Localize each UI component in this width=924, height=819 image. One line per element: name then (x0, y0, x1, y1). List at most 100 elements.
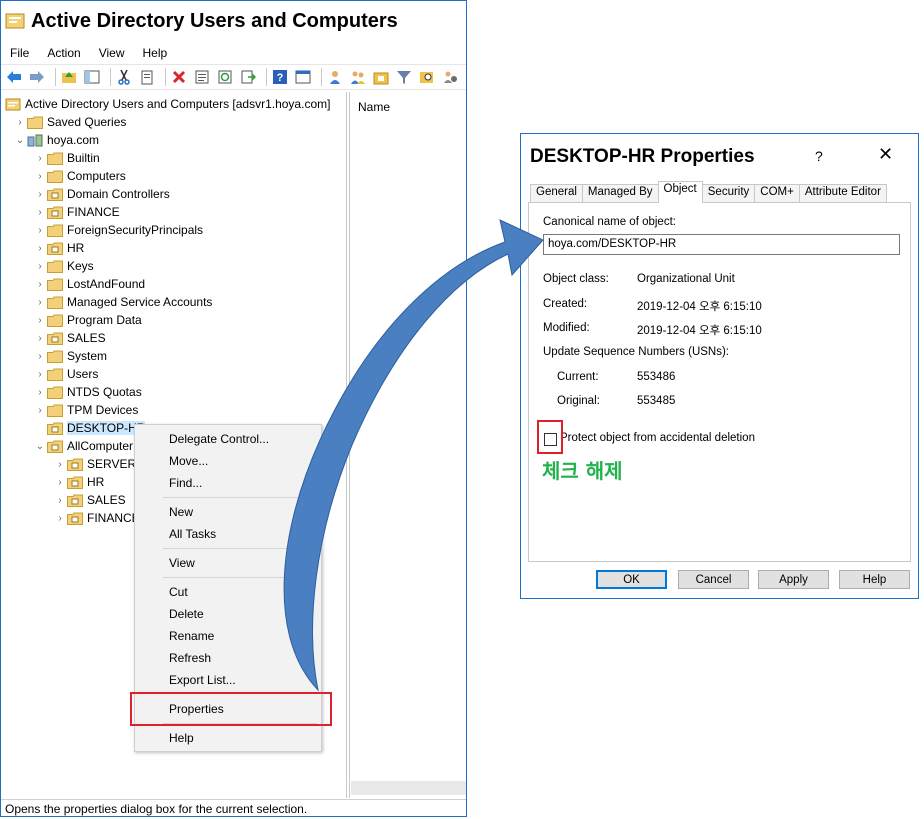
expand-chevron-icon[interactable]: › (33, 207, 47, 218)
menu-item-move[interactable]: Move... (169, 454, 208, 468)
tree-item[interactable]: › LostAndFound (33, 275, 145, 293)
tree-item[interactable]: › Program Data (33, 311, 141, 329)
ou-icon (47, 188, 63, 201)
tree-item[interactable]: › HR (33, 239, 84, 257)
uncheck-note: 체크 해제 (542, 459, 623, 483)
copy-icon[interactable] (138, 68, 156, 86)
expand-chevron-icon[interactable]: › (33, 369, 47, 380)
back-icon[interactable] (5, 68, 23, 86)
tree-item[interactable]: › NTDS Quotas (33, 383, 141, 401)
menu-item-refresh[interactable]: Refresh (169, 651, 211, 665)
menu-view[interactable]: View (90, 46, 134, 60)
export-icon[interactable] (239, 68, 257, 86)
expand-chevron-icon[interactable]: › (53, 495, 67, 506)
ok-button[interactable]: OK (596, 570, 667, 589)
collapse-chevron-icon[interactable]: ⌄ (13, 135, 27, 146)
tree-item[interactable]: › Computers (33, 167, 125, 185)
expand-chevron-icon[interactable]: › (33, 279, 47, 290)
expand-chevron-icon[interactable]: › (33, 189, 47, 200)
expand-chevron-icon[interactable]: › (33, 387, 47, 398)
expand-chevron-icon[interactable]: › (33, 171, 47, 182)
tab-security[interactable]: Security (701, 184, 756, 203)
tree-item[interactable]: › FINANCE (53, 509, 139, 527)
tree-item[interactable]: › Saved Queries (13, 113, 126, 131)
apply-button[interactable]: Apply (758, 570, 829, 589)
cut-icon[interactable] (115, 68, 133, 86)
help-button[interactable]: Help (839, 570, 910, 589)
refresh-icon[interactable] (216, 68, 234, 86)
menu-item-export-list[interactable]: Export List... (169, 673, 236, 687)
horizontal-scrollbar[interactable] (351, 781, 466, 795)
filter-icon[interactable] (395, 68, 413, 86)
new-group-icon[interactable] (349, 68, 367, 86)
tab-managed-by[interactable]: Managed By (581, 184, 659, 203)
tree-item[interactable]: › SERVER (53, 455, 136, 473)
tab-com-plus[interactable]: COM+ (754, 184, 800, 203)
expand-chevron-icon[interactable]: › (33, 315, 47, 326)
menu-help[interactable]: Help (134, 46, 177, 60)
expand-chevron-icon[interactable]: › (33, 243, 47, 254)
tab-attribute-editor[interactable]: Attribute Editor (798, 184, 887, 203)
expand-chevron-icon[interactable]: › (53, 477, 67, 488)
tree-item[interactable]: Active Directory Users and Computers [ad… (5, 95, 330, 113)
submenu-arrow-icon: › (307, 527, 311, 541)
menu-item-cut[interactable]: Cut (169, 585, 188, 599)
column-header-name[interactable]: Name (358, 100, 390, 114)
help-icon[interactable]: ? (271, 68, 289, 86)
tree-item[interactable]: › Managed Service Accounts (33, 293, 212, 311)
expand-chevron-icon[interactable]: › (33, 225, 47, 236)
new-user-icon[interactable] (326, 68, 344, 86)
expand-chevron-icon[interactable]: › (33, 297, 47, 308)
tab-object[interactable]: Object (657, 181, 703, 203)
menu-item-delegate-control[interactable]: Delegate Control... (169, 432, 269, 446)
up-icon[interactable] (60, 68, 78, 86)
protect-from-deletion-label[interactable]: Protect object from accidental deletion (560, 432, 755, 444)
tree-item[interactable]: › Keys (33, 257, 93, 275)
tree-item[interactable]: › Builtin (33, 149, 99, 167)
tree-item[interactable]: › Domain Controllers (33, 185, 169, 203)
expand-chevron-icon[interactable]: › (33, 153, 47, 164)
menu-action[interactable]: Action (38, 46, 89, 60)
tree-item[interactable]: ⌄ hoya.com (13, 131, 99, 149)
close-icon[interactable]: ✕ (878, 144, 893, 165)
tree-item[interactable]: › TPM Devices (33, 401, 138, 419)
menu-item-rename[interactable]: Rename (169, 629, 214, 643)
tree-item[interactable]: › HR (53, 473, 104, 491)
details-pane[interactable]: Name (349, 92, 468, 798)
expand-chevron-icon[interactable]: › (33, 261, 47, 272)
tree-item[interactable]: ⌄ AllComputer (33, 437, 133, 455)
help-icon[interactable]: ? (815, 148, 823, 164)
collapse-chevron-icon[interactable]: ⌄ (33, 441, 47, 452)
expand-chevron-icon[interactable]: › (33, 405, 47, 416)
menu-item-find[interactable]: Find... (169, 476, 202, 490)
tree-item[interactable]: › SALES (53, 491, 125, 509)
tree-item[interactable]: › SALES (33, 329, 105, 347)
canonical-name-field[interactable]: hoya.com/DESKTOP-HR (543, 234, 900, 255)
menu-item-new[interactable]: New (169, 505, 193, 519)
details-icon[interactable] (294, 68, 312, 86)
show-tree-icon[interactable] (83, 68, 101, 86)
menu-item-view[interactable]: View (169, 556, 195, 570)
expand-chevron-icon[interactable]: › (53, 513, 67, 524)
delete-icon[interactable] (170, 68, 188, 86)
menu-item-all-tasks[interactable]: All Tasks (169, 527, 216, 541)
menu-item-help[interactable]: Help (169, 731, 194, 745)
tab-general[interactable]: General (530, 184, 583, 203)
tree-item[interactable]: DESKTOP-HR (33, 419, 146, 437)
forward-icon[interactable] (28, 68, 46, 86)
menu-file[interactable]: File (1, 46, 38, 60)
expand-chevron-icon[interactable]: › (33, 351, 47, 362)
new-ou-icon[interactable] (372, 68, 390, 86)
find-icon[interactable] (418, 68, 436, 86)
tree-item[interactable]: › Users (33, 365, 98, 383)
expand-chevron-icon[interactable]: › (13, 117, 27, 128)
expand-chevron-icon[interactable]: › (33, 333, 47, 344)
tree-item[interactable]: › ForeignSecurityPrincipals (33, 221, 203, 239)
cancel-button[interactable]: Cancel (678, 570, 749, 589)
tree-item[interactable]: › FINANCE (33, 203, 119, 221)
tree-item[interactable]: › System (33, 347, 107, 365)
expand-chevron-icon[interactable]: › (53, 459, 67, 470)
add-member-icon[interactable] (441, 68, 459, 86)
menu-item-delete[interactable]: Delete (169, 607, 204, 621)
properties-icon[interactable] (193, 68, 211, 86)
